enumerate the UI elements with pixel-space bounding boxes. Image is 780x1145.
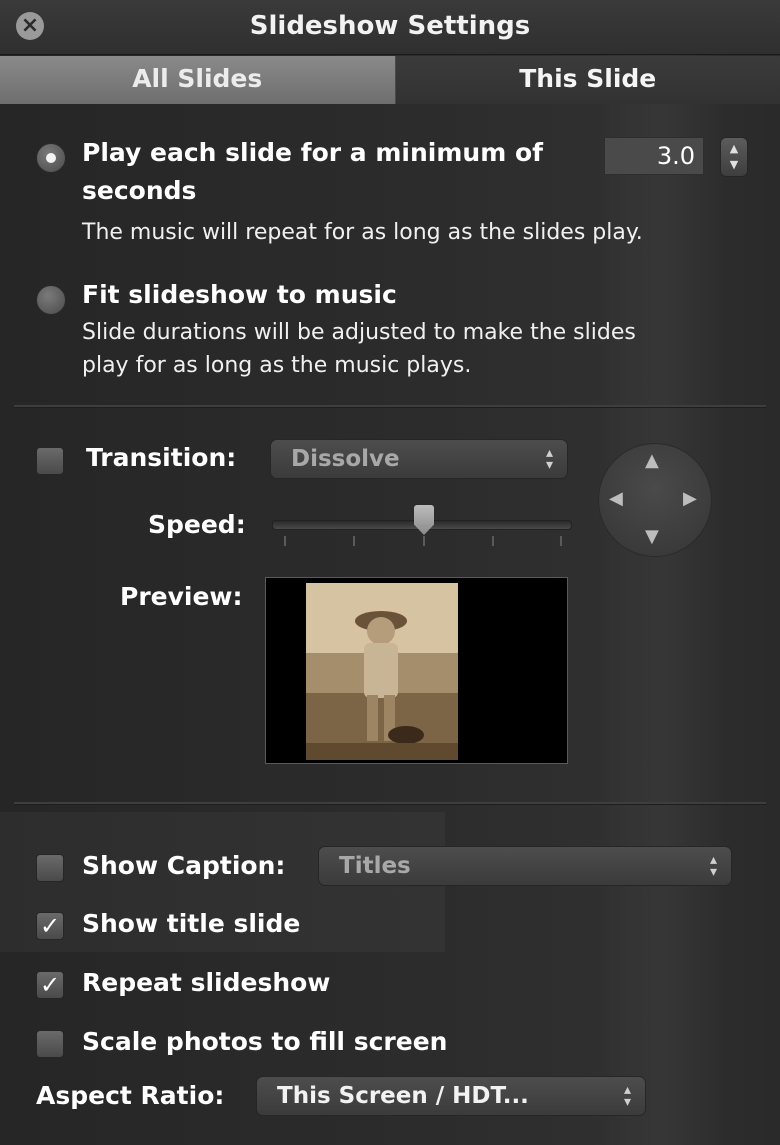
transition-checkbox[interactable] [36, 447, 64, 475]
tab-this-slide[interactable]: This Slide [395, 56, 780, 104]
close-icon[interactable]: × [16, 12, 44, 40]
speed-tick [284, 536, 286, 546]
show-title-slide-label: Show title slide [82, 909, 301, 938]
checkmark-icon: ✓ [39, 912, 61, 940]
caption-value: Titles [339, 853, 411, 879]
speed-slider-thumb[interactable] [414, 505, 434, 535]
duration-input[interactable]: 3.0 [604, 137, 704, 175]
repeat-slideshow-checkbox[interactable]: ✓ [36, 971, 64, 999]
scale-photos-label: Scale photos to fill screen [82, 1027, 448, 1056]
fit-to-music-radio[interactable] [36, 285, 66, 315]
show-caption-label: Show Caption: [82, 851, 286, 880]
transition-preview [265, 577, 568, 764]
window-title: Slideshow Settings [249, 11, 531, 41]
updown-arrows-icon: ▴ ▾ [709, 852, 717, 880]
aspect-ratio-label: Aspect Ratio: [36, 1081, 225, 1110]
tab-all-slides[interactable]: All Slides [0, 56, 396, 104]
scale-photos-checkbox[interactable] [36, 1030, 64, 1058]
preview-label: Preview: [120, 582, 243, 611]
checkmark-icon: ✓ [39, 971, 61, 999]
section-divider-2 [14, 802, 766, 805]
stepper-down-icon[interactable]: ▼ [721, 159, 747, 171]
child-photo-image [306, 583, 458, 760]
transition-label: Transition: [86, 443, 237, 472]
slideshow-settings-panel: Slideshow Settings × All Slides This Sli… [0, 0, 780, 1145]
preview-photo [306, 583, 458, 760]
play-minimum-label: Play each slide for a minimum of [82, 138, 544, 167]
speed-tick [423, 536, 425, 546]
aspect-ratio-value: This Screen / HDT... [277, 1083, 529, 1109]
duration-stepper[interactable]: ▲ ▼ [720, 137, 748, 177]
fit-to-music-description-line1: Slide durations will be adjusted to make… [82, 320, 636, 345]
fit-to-music-label: Fit slideshow to music [82, 280, 397, 309]
seconds-label: seconds [82, 176, 197, 205]
music-repeat-description: The music will repeat for as long as the… [82, 220, 643, 245]
stepper-up-icon[interactable]: ▲ [721, 143, 747, 155]
title-bar: Slideshow Settings × [0, 0, 780, 55]
caption-popup[interactable]: Titles ▴ ▾ [318, 846, 732, 886]
speed-tick [560, 536, 562, 546]
arrow-right-icon[interactable]: ▶ [683, 490, 697, 508]
arrow-down-icon[interactable]: ▼ [645, 528, 659, 546]
aspect-ratio-popup[interactable]: This Screen / HDT... ▴ ▾ [256, 1076, 646, 1116]
updown-arrows-icon: ▴ ▾ [545, 445, 553, 473]
repeat-slideshow-label: Repeat slideshow [82, 968, 331, 997]
show-caption-checkbox[interactable] [36, 854, 64, 882]
speed-tick [492, 536, 494, 546]
fit-to-music-description-line2: play for as long as the music plays. [82, 353, 472, 378]
tab-bar: All Slides This Slide [0, 56, 780, 104]
direction-pad[interactable]: ▲ ▼ ◀ ▶ [598, 443, 712, 557]
arrow-left-icon[interactable]: ◀ [609, 490, 623, 508]
speed-label: Speed: [148, 510, 246, 539]
section-divider-1 [14, 405, 766, 408]
updown-arrows-icon: ▴ ▾ [623, 1082, 631, 1110]
play-minimum-radio[interactable] [36, 143, 66, 173]
transition-value: Dissolve [291, 446, 400, 472]
arrow-up-icon[interactable]: ▲ [645, 452, 659, 470]
speed-tick [353, 536, 355, 546]
show-title-slide-checkbox[interactable]: ✓ [36, 912, 64, 940]
transition-popup[interactable]: Dissolve ▴ ▾ [270, 439, 568, 479]
